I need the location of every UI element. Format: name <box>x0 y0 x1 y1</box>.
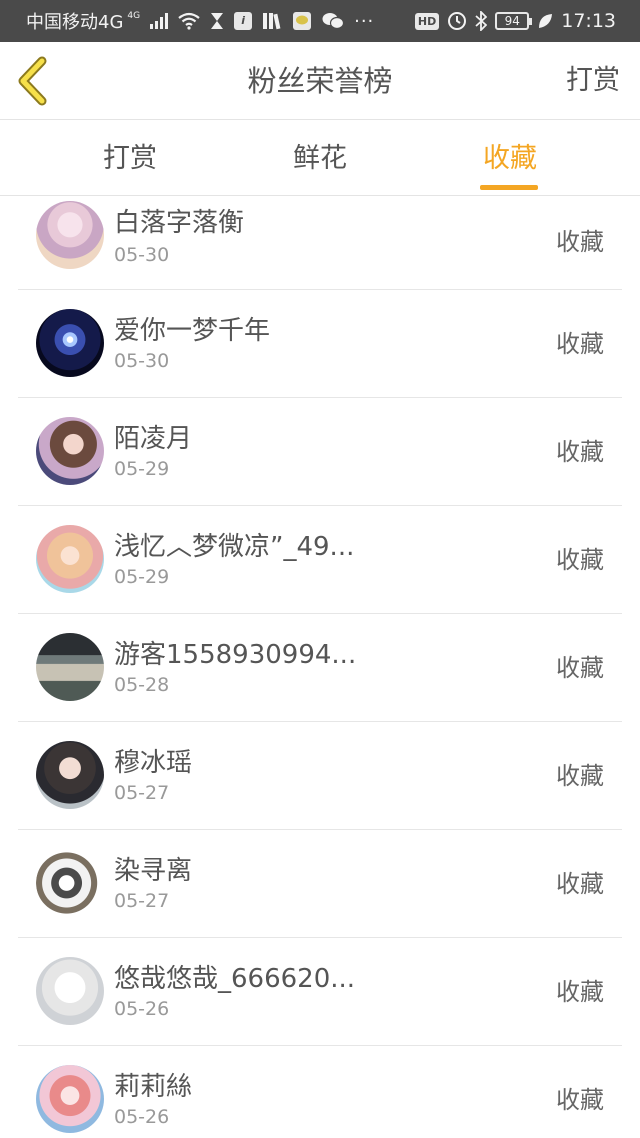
avatar[interactable] <box>36 525 104 593</box>
active-tab-indicator <box>480 185 538 190</box>
carrier-label: 中国移动4G <box>26 12 124 33</box>
avatar[interactable] <box>36 741 104 809</box>
list-item[interactable]: 陌凌月 05-29 收藏 <box>0 398 640 506</box>
fan-date: 05-30 <box>114 244 170 266</box>
fan-name: 浅忆︿梦微凉”_49... <box>114 532 355 562</box>
list-item[interactable]: 悠哉悠哉_666620... 05-26 收藏 <box>0 938 640 1046</box>
wechat-icon <box>322 13 345 30</box>
fan-date: 05-26 <box>114 998 170 1020</box>
list-item[interactable]: 游客1558930994... 05-28 收藏 <box>0 614 640 722</box>
fan-list[interactable]: 白落字落衡 05-30 收藏 爱你一梦千年 05-30 收藏 陌凌月 05-29… <box>0 198 640 1138</box>
fan-date: 05-28 <box>114 674 170 696</box>
list-item[interactable]: 白落字落衡 05-30 收藏 <box>0 198 640 290</box>
more-dots-icon: ··· <box>354 10 375 32</box>
fan-date: 05-27 <box>114 782 170 804</box>
fan-action-type: 收藏 <box>556 654 604 682</box>
tab-bar: 打赏 鲜花 收藏 <box>0 121 640 196</box>
fan-date: 05-29 <box>114 458 170 480</box>
fan-name: 爱你一梦千年 <box>114 316 271 346</box>
tab-reward[interactable]: 打赏 <box>60 121 200 196</box>
status-bar-right: HD 94 17:13 <box>414 0 616 42</box>
fan-date: 05-29 <box>114 566 170 588</box>
list-item[interactable]: 莉莉絲 05-26 收藏 <box>0 1046 640 1138</box>
reward-button[interactable]: 打赏 <box>566 42 620 120</box>
avatar[interactable] <box>36 633 104 701</box>
tab-flowers[interactable]: 鲜花 <box>250 121 390 196</box>
list-item[interactable]: 浅忆︿梦微凉”_49... 05-29 收藏 <box>0 506 640 614</box>
list-item[interactable]: 爱你一梦千年 05-30 收藏 <box>0 290 640 398</box>
fan-action-type: 收藏 <box>556 330 604 358</box>
fan-name: 穆冰瑶 <box>114 748 193 778</box>
fan-action-type: 收藏 <box>556 1086 604 1114</box>
clock-time: 17:13 <box>561 10 616 32</box>
fan-name: 染寻离 <box>114 856 193 886</box>
status-bar: 中国移动4G 4G i ··· HD 94 17:13 <box>0 0 640 42</box>
alarm-icon <box>448 12 467 30</box>
fan-name: 莉莉絲 <box>114 1072 193 1102</box>
chat-app-icon <box>293 12 312 30</box>
fan-action-type: 收藏 <box>556 978 604 1006</box>
leaf-icon <box>539 14 553 28</box>
hd-icon: HD <box>414 12 440 30</box>
bluetooth-icon <box>475 11 488 31</box>
nav-header: 粉丝荣誉榜 打赏 <box>0 42 640 120</box>
hourglass-icon <box>211 13 224 29</box>
avatar[interactable] <box>36 201 104 269</box>
books-app-icon <box>263 13 281 30</box>
avatar[interactable] <box>36 417 104 485</box>
avatar[interactable] <box>36 957 104 1025</box>
fan-date: 05-26 <box>114 1106 170 1128</box>
wifi-icon <box>178 12 200 30</box>
status-bar-left: 中国移动4G 4G i ··· <box>26 0 374 42</box>
avatar[interactable] <box>36 309 104 377</box>
info-app-icon: i <box>234 12 253 30</box>
page-title: 粉丝荣誉榜 <box>247 64 393 98</box>
avatar[interactable] <box>36 849 104 917</box>
network-type-badge: 4G <box>127 11 141 21</box>
battery-icon: 94 <box>495 12 533 30</box>
fan-action-type: 收藏 <box>556 546 604 574</box>
list-item[interactable]: 穆冰瑶 05-27 收藏 <box>0 722 640 830</box>
fan-action-type: 收藏 <box>556 228 604 256</box>
fan-action-type: 收藏 <box>556 870 604 898</box>
fan-action-type: 收藏 <box>556 762 604 790</box>
fan-action-type: 收藏 <box>556 438 604 466</box>
signal-icon <box>150 13 169 29</box>
fan-name: 游客1558930994... <box>114 640 357 670</box>
fan-name: 陌凌月 <box>114 424 193 454</box>
list-item[interactable]: 染寻离 05-27 收藏 <box>0 830 640 938</box>
fan-date: 05-27 <box>114 890 170 912</box>
avatar[interactable] <box>36 1065 104 1133</box>
fan-name: 白落字落衡 <box>114 208 245 238</box>
fan-date: 05-30 <box>114 350 170 372</box>
fan-name: 悠哉悠哉_666620... <box>114 964 356 994</box>
